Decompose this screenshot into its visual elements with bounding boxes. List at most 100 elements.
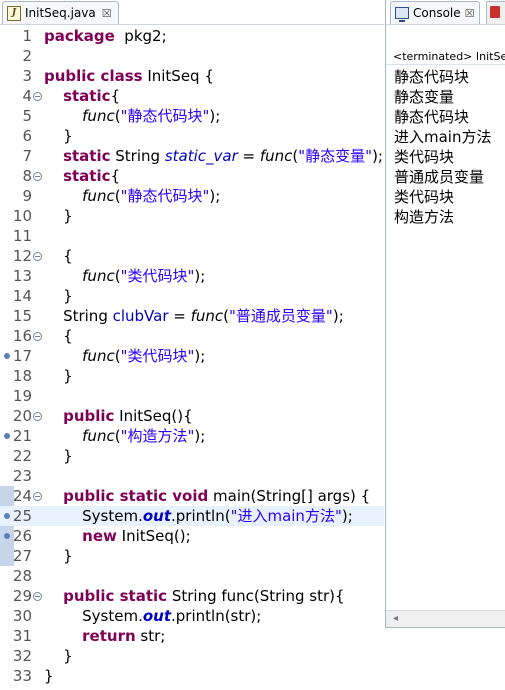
code-text: } (44, 546, 73, 566)
code-token: return (82, 627, 136, 645)
code-line[interactable]: 21 func("构造方法"); (0, 426, 384, 446)
code-line[interactable]: 33} (0, 666, 384, 686)
code-line[interactable]: 11 (0, 226, 384, 246)
code-text: } (44, 446, 73, 466)
code-line[interactable]: 16 { (0, 326, 384, 346)
line-number: 27 (12, 547, 32, 565)
line-number: 6 (22, 127, 32, 145)
console-tab-label: Console (413, 6, 461, 20)
code-line[interactable]: 3 public class InitSeq { (0, 66, 384, 86)
code-token: public static void (63, 487, 209, 505)
code-token: ); (372, 147, 383, 165)
code-line[interactable]: 18 } (0, 366, 384, 386)
console-output-line: 静态变量 (394, 88, 455, 106)
code-line[interactable]: 32 } (0, 646, 384, 666)
code-line[interactable]: 27 } (0, 546, 384, 566)
fold-toggle-icon[interactable] (33, 492, 42, 501)
code-editor[interactable]: J InitSeq.java ☒ 1 package pkg2; 2 3 public … (0, 0, 384, 690)
code-text: { (44, 246, 73, 266)
code-line[interactable]: 15 String clubVar = func("普通成员变量"); (0, 306, 384, 326)
console-output-line: 类代码块 (394, 148, 455, 166)
line-number: 12 (12, 247, 32, 265)
code-line[interactable]: 14 } (0, 286, 384, 306)
code-text: public InitSeq(){ (44, 406, 193, 426)
code-line[interactable]: 10 } (0, 206, 384, 226)
line-number: 18 (12, 367, 32, 385)
code-token: str; (135, 627, 166, 645)
line-number: 2 (22, 47, 32, 65)
scroll-left-icon[interactable]: ◂ (393, 613, 398, 624)
code-token: = (168, 307, 191, 325)
occurrence-marker-icon (4, 433, 10, 439)
code-line[interactable]: 1 package pkg2; (0, 26, 384, 46)
tab-initseq-java[interactable]: J InitSeq.java ☒ (2, 1, 119, 24)
code-line[interactable]: 7 static String static_var = func("静态变量"… (0, 146, 384, 166)
line-number: 3 (22, 67, 32, 85)
code-line[interactable]: 19 (0, 386, 384, 406)
code-token: } (44, 667, 54, 685)
fold-toggle-icon[interactable] (33, 172, 42, 181)
code-text: static String static_var = func("静态变量"); (44, 146, 383, 166)
editor-tab-bar: J InitSeq.java ☒ (0, 0, 384, 25)
console-output[interactable]: 静态代码块 静态变量 静态代码块 进入main方法 类代码块 普通成员变量 类代码块 构造方法 (394, 67, 491, 227)
code-line[interactable]: 22 } (0, 446, 384, 466)
horizontal-scrollbar[interactable]: ◂ (386, 610, 505, 627)
code-token: "普通成员变量" (229, 307, 333, 325)
console-output-line: 构造方法 (394, 208, 455, 226)
code-text: return str; (44, 626, 165, 646)
code-line[interactable]: 23 (0, 466, 384, 486)
code-line[interactable]: 13 func("类代码块"); (0, 266, 384, 286)
fold-toggle-icon[interactable] (33, 412, 42, 421)
code-line[interactable]: 5 func("静态代码块"); (0, 106, 384, 126)
code-line[interactable]: 9 func("静态代码块"); (0, 186, 384, 206)
code-line[interactable]: 24 public static void main(String[] args… (0, 486, 384, 506)
line-number: 7 (22, 147, 32, 165)
tab-other-view[interactable] (486, 1, 505, 24)
code-line[interactable]: 30 System.out.println(str); (0, 606, 384, 626)
code-token: String (44, 307, 113, 325)
code-token: static (63, 167, 111, 185)
code-line[interactable]: 29 public static String func(String str)… (0, 586, 384, 606)
code-line[interactable]: 26 new InitSeq(); (0, 526, 384, 546)
tab-console[interactable]: Console ☒ (390, 1, 480, 24)
code-token: func (82, 187, 115, 205)
line-number: 30 (12, 607, 32, 625)
code-line[interactable]: 28 (0, 566, 384, 586)
code-line[interactable]: 17 func("类代码块"); (0, 346, 384, 366)
code-line[interactable]: 25 System.out.println("进入main方法"); (0, 506, 384, 526)
code-token: "静态代码块" (120, 187, 210, 205)
line-number: 22 (12, 447, 32, 465)
code-token: .println( (171, 507, 231, 525)
fold-toggle-icon[interactable] (33, 332, 42, 341)
line-number: 14 (12, 287, 32, 305)
fold-toggle-icon[interactable] (33, 252, 42, 261)
code-line[interactable]: 8 static{ (0, 166, 384, 186)
code-token: func (82, 427, 115, 445)
code-token: ); (209, 187, 221, 205)
code-token: { (44, 247, 73, 265)
code-line[interactable]: 2 (0, 46, 384, 66)
code-token: static_var (164, 147, 238, 165)
code-line[interactable]: 12 { (0, 246, 384, 266)
close-icon[interactable]: ☒ (102, 7, 112, 20)
code-line[interactable]: 6 } (0, 126, 384, 146)
line-number: 28 (12, 567, 32, 585)
line-number: 10 (12, 207, 32, 225)
code-line[interactable]: 31 return str; (0, 626, 384, 646)
code-token: public (63, 407, 115, 425)
code-text: System.out.println(str); (44, 606, 261, 626)
line-number: 15 (12, 307, 32, 325)
fold-toggle-icon[interactable] (33, 92, 42, 101)
fold-toggle-icon[interactable] (33, 592, 42, 601)
code-text: static{ (44, 166, 120, 186)
code-text: { (44, 326, 73, 346)
code-line[interactable]: 20 public InitSeq(){ (0, 406, 384, 426)
code-text: } (44, 366, 73, 386)
code-line[interactable]: 4 static{ (0, 86, 384, 106)
code-text: } (44, 126, 73, 146)
close-icon[interactable]: ☒ (465, 7, 475, 20)
code-text: package pkg2; (44, 26, 167, 46)
